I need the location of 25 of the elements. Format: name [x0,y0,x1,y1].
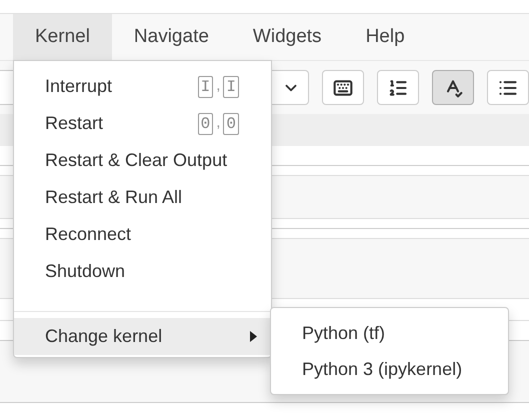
shortcut-key: I [198,76,214,98]
shortcut-key: I [223,76,239,98]
numbered-list-icon [388,78,408,98]
keyboard-icon [333,78,353,98]
menu-item[interactable]: Restart & Run All [14,179,271,216]
menu-tab[interactable]: Navigate [112,14,231,60]
menu-tab[interactable]: Help [344,14,427,60]
caret-right-icon [250,331,257,342]
menu-item[interactable]: Restart 0 , 0 [14,105,271,142]
toolbar-button[interactable] [487,70,529,105]
shortcut-separator: , [216,113,220,134]
menu-item[interactable]: Interrupt I , I [14,68,271,105]
menu-tab[interactable]: Widgets [230,14,344,60]
toolbar-button[interactable] [432,70,474,105]
menu-item[interactable]: Restart & Clear Output [14,142,271,179]
menu-item[interactable]: Shutdown [14,253,271,290]
toolbar-button[interactable] [322,70,364,105]
menu-tab[interactable]: Kernel [13,14,112,60]
menu-item[interactable]: Change kernel [14,318,271,355]
toolbar-button[interactable] [377,70,419,105]
menu-item[interactable]: Python (tf) [271,315,508,351]
menu-item[interactable]: Reconnect [14,216,271,253]
shortcut-key: 0 [198,112,214,134]
shortcut-separator: , [216,76,220,96]
shortcut-key: 0 [223,112,239,134]
